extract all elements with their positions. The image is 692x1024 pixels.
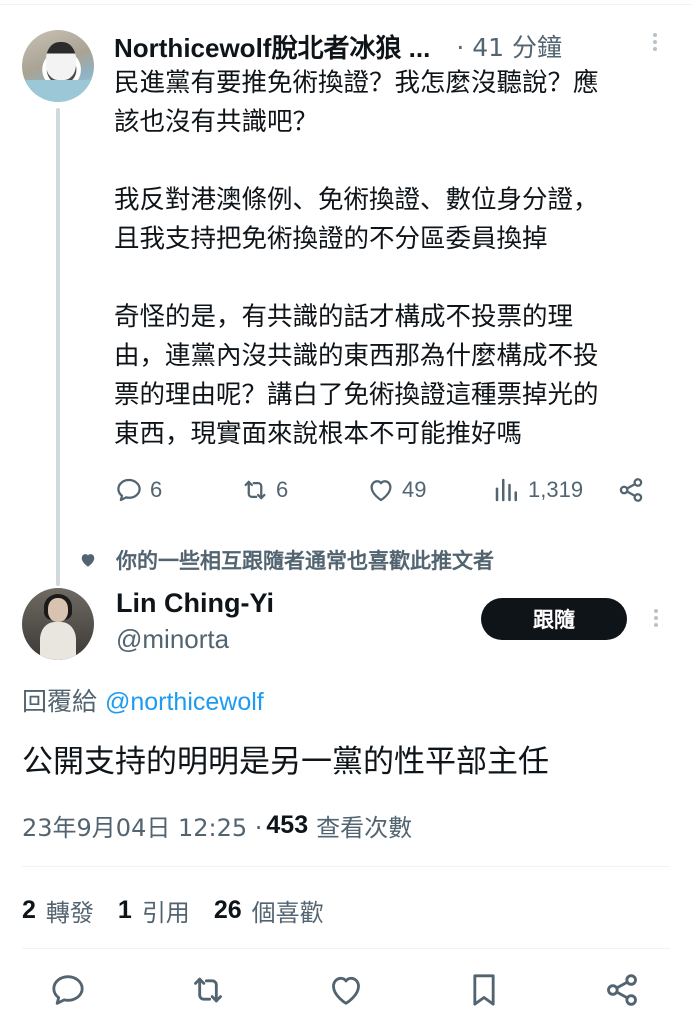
bookmark-button[interactable] — [464, 970, 504, 1010]
parent-text-line: 東西，現實面來說根本不可能推好嗎 — [114, 419, 523, 449]
reply-icon — [52, 975, 84, 1005]
parent-view-count: 1,319 — [528, 477, 584, 502]
parent-action-bar: 6 6 49 1,319 — [114, 470, 654, 510]
parent-text-line: 奇怪的是，有共識的話才構成不投票的理 — [114, 302, 574, 332]
parent-like-button[interactable]: 49 — [366, 470, 426, 510]
quotes-count: 1 — [117, 895, 132, 924]
top-divider — [0, 4, 692, 5]
social-context: 你的一些相互跟隨者通常也喜歡此推文者 — [78, 544, 494, 576]
tweet-detail-page: Northicewolf脫北者冰狼 ... · 41 分鐘 民進黨有要推免術換證… — [0, 0, 692, 1024]
stats-top-divider — [22, 866, 670, 867]
parent-author-avatar[interactable] — [22, 30, 94, 102]
heart-icon — [332, 976, 360, 1005]
parent-like-count: 49 — [402, 477, 427, 502]
reply-author-avatar[interactable] — [22, 588, 94, 660]
tweet-meta: 23年9月04日 12:25 · 453 查看次數 — [22, 808, 412, 843]
parent-reply-button[interactable]: 6 — [114, 470, 162, 510]
reply-button[interactable] — [48, 970, 88, 1010]
repost-icon — [194, 977, 222, 1003]
repost-icon — [244, 480, 266, 500]
parent-text-line: 我反對港澳條例、免術換證、數位身分證， — [114, 185, 599, 215]
quotes-stat[interactable]: 1 引用 — [118, 893, 190, 928]
bookmark-icon — [473, 974, 495, 1006]
share-button[interactable] — [602, 970, 642, 1010]
parent-text-line: 民進黨有要推免術換證？我怎麼沒聽說？應 — [114, 68, 599, 98]
replying-to-mention[interactable]: @northicewolf — [105, 688, 264, 716]
share-icon — [607, 974, 637, 1006]
heart-icon — [370, 480, 392, 502]
parent-views-button[interactable]: 1,319 — [492, 470, 583, 510]
reply-more-icon[interactable] — [649, 606, 663, 634]
replying-to: 回覆給 @northicewolf — [22, 682, 264, 718]
reply-action-bar — [0, 970, 692, 1014]
view-label: 查看次數 — [316, 814, 413, 842]
parent-text-line: 票的理由呢？講白了免術換證這種票掉光的 — [114, 380, 599, 410]
reply-tweet-text: 公開支持的明明是另一黨的性平部主任 — [22, 744, 549, 780]
parent-reply-count: 6 — [150, 477, 163, 502]
parent-repost-count: 6 — [276, 477, 289, 502]
parent-repost-button[interactable]: 6 — [240, 470, 288, 510]
likes-stat[interactable]: 26 個喜歡 — [214, 893, 324, 928]
parent-text-line: 且我支持把免術換證的不分區委員換掉 — [114, 224, 548, 254]
parent-author-line: Northicewolf脫北者冰狼 ... · 41 分鐘 — [114, 28, 634, 64]
reply-author-handle[interactable]: @minorta — [116, 624, 229, 655]
share-icon — [619, 478, 643, 502]
parent-text-line: 該也沒有共識吧？ — [114, 107, 319, 137]
parent-share-button[interactable] — [616, 470, 652, 510]
likes-label: 個喜歡 — [251, 898, 324, 927]
parent-more-icon[interactable] — [648, 30, 662, 58]
reply-author-name[interactable]: Lin Ching-Yi — [116, 588, 274, 619]
tweet-timestamp[interactable]: 23年9月04日 12:25 · — [22, 808, 262, 843]
view-count: 453 — [266, 811, 309, 839]
social-context-text: 你的一些相互跟隨者通常也喜歡此推文者 — [116, 549, 494, 573]
thread-connector-line — [56, 108, 60, 586]
quotes-label: 引用 — [141, 898, 190, 927]
reply-icon — [117, 478, 141, 502]
views-icon — [495, 478, 517, 502]
reposts-stat[interactable]: 2 轉發 — [22, 893, 94, 928]
stats-bottom-divider — [22, 948, 670, 949]
likes-count: 26 — [213, 895, 242, 924]
heart-icon — [81, 554, 95, 567]
repost-button[interactable] — [188, 970, 228, 1010]
parent-text-line: 由，連黨內沒共識的東西那為什麼構成不投 — [114, 341, 599, 371]
like-button[interactable] — [326, 970, 366, 1010]
parent-tweet-text: 民進黨有要推免術換證？我怎麼沒聽說？應 該也沒有共識吧？ 我反對港澳條例、免術換… — [114, 64, 674, 454]
replying-to-prefix: 回覆給 — [22, 687, 105, 716]
parent-author-name[interactable]: Northicewolf脫北者冰狼 ... — [114, 28, 430, 65]
engagement-stats: 2 轉發 1 引用 26 個喜歡 — [22, 892, 348, 928]
reposts-label: 轉發 — [45, 898, 94, 927]
parent-tweet-time[interactable]: · 41 分鐘 — [456, 28, 562, 64]
follow-button[interactable]: 跟隨 — [481, 598, 627, 640]
reposts-count: 2 — [22, 895, 36, 924]
